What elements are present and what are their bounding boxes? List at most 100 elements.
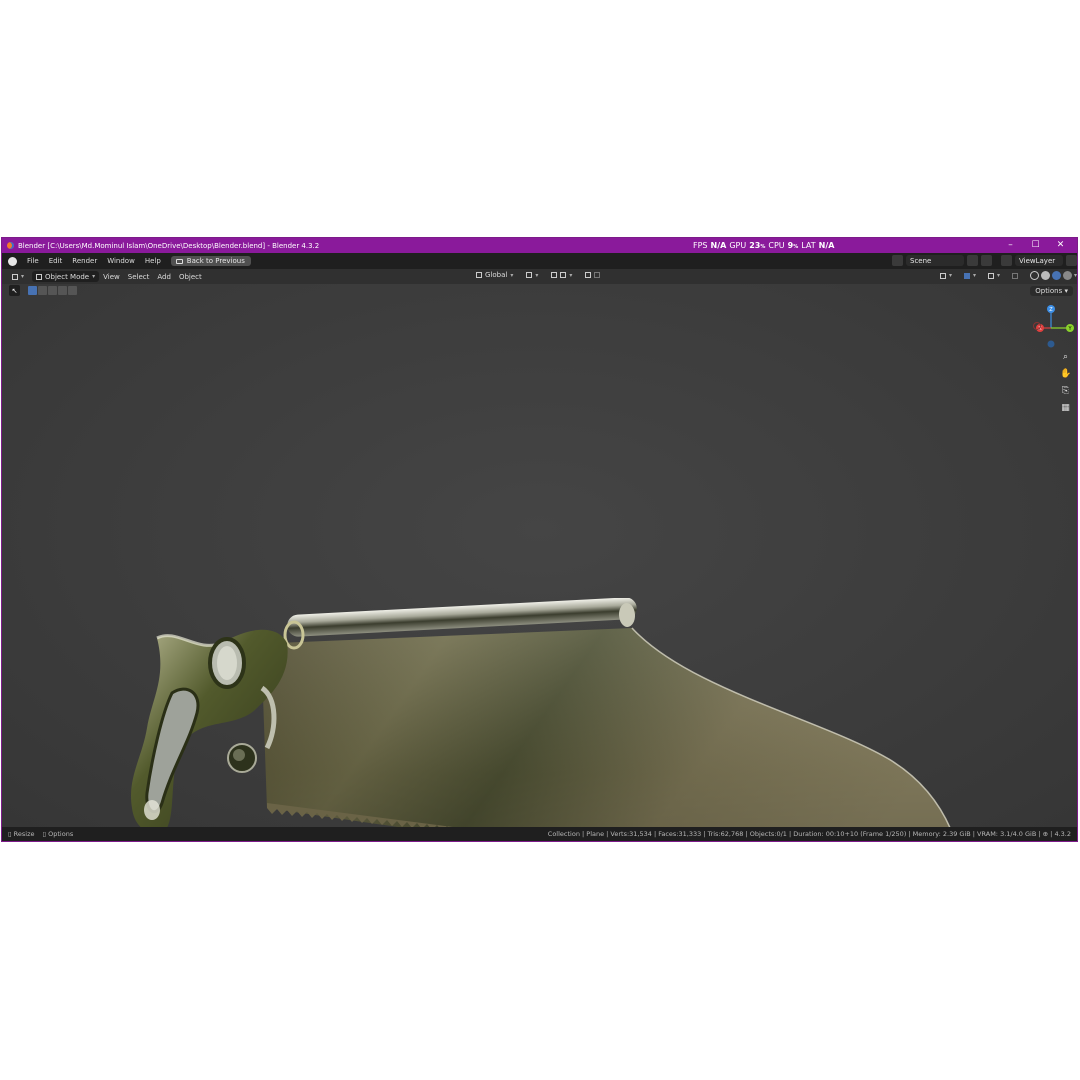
editor-type-dropdown[interactable]: ▾ [8, 273, 28, 280]
back-to-previous-label: Back to Previous [186, 257, 245, 265]
resize-hint: ▯ Resize [8, 830, 34, 838]
scene-name: Scene [910, 256, 932, 265]
tool-settings-row: ↖ [9, 285, 77, 296]
menu-edit[interactable]: Edit [44, 257, 68, 265]
navigation-gizmo[interactable]: Z Y X [1032, 304, 1076, 348]
select-extend-icon[interactable] [38, 286, 47, 295]
solid-shading-icon[interactable] [1041, 271, 1051, 280]
new-view-layer-icon[interactable] [1066, 255, 1077, 266]
fps-value: N/A [710, 241, 727, 250]
view-layer-type-icon[interactable] [1001, 255, 1012, 266]
view-layer-field[interactable]: ViewLayer [1015, 255, 1063, 266]
transform-orientation-label: Global [485, 271, 508, 279]
camera-view-icon[interactable]: ⎘ [1060, 386, 1071, 397]
menu-render[interactable]: Render [67, 257, 102, 265]
overlay-toggle[interactable]: ▾ [984, 272, 1004, 279]
select-subtract-icon[interactable] [48, 286, 57, 295]
viewport-header: ▾ Object Mode ▾ View Select Add Object G… [2, 269, 1077, 284]
menu-file[interactable]: File [22, 257, 44, 265]
menu-window[interactable]: Window [102, 257, 140, 265]
menu-object[interactable]: Object [175, 273, 206, 281]
perspective-grid-icon[interactable]: ▦ [1060, 403, 1071, 414]
menu-help[interactable]: Help [140, 257, 166, 265]
options-dropdown[interactable]: Options ▾ [1030, 286, 1073, 296]
menu-view[interactable]: View [99, 273, 124, 281]
title-bar: Blender [C:\Users\Md.Mominul Islam\OneDr… [2, 238, 1077, 253]
object-mode-dropdown[interactable]: Object Mode ▾ [32, 271, 100, 282]
select-invert-icon[interactable] [58, 286, 67, 295]
navigation-tools: ⌕ ✋ ⎘ ▦ [1060, 352, 1071, 414]
menu-add[interactable]: Add [153, 273, 175, 281]
blender-logo-icon [7, 242, 14, 249]
chevron-down-icon[interactable]: ▾ [1074, 272, 1077, 279]
status-bar: ▯ Resize ▯ Options Collection | Plane | … [2, 827, 1077, 841]
viewport-display-tools: ▾ ▾ ▾ ▾ [936, 271, 1077, 280]
maximize-button[interactable]: ☐ [1023, 238, 1048, 253]
gpu-percent: % [760, 244, 766, 250]
gpu-value: 23 [749, 241, 761, 250]
transform-orientation-dropdown[interactable]: Global ▾ [472, 271, 517, 279]
pivot-point-dropdown[interactable]: ▾ [522, 272, 542, 279]
gizmo-icon [964, 272, 971, 279]
back-to-previous-button[interactable]: Back to Previous [170, 256, 251, 266]
snap-toggle[interactable]: ▾ [547, 272, 576, 279]
select-new-icon[interactable] [28, 286, 37, 295]
chevron-down-icon: ▾ [510, 271, 514, 279]
chevron-down-icon: ▾ [535, 271, 539, 279]
cpu-label: CPU [768, 241, 785, 250]
scene-statistics: Collection | Plane | Verts:31,534 | Face… [548, 827, 1071, 841]
select-tool-icon[interactable]: ↖ [9, 285, 20, 296]
falloff-icon [594, 272, 601, 278]
chevron-down-icon: ▾ [21, 273, 25, 280]
orientation-icon [476, 272, 482, 278]
chevron-down-icon: ▾ [569, 271, 573, 279]
resize-label: Resize [13, 830, 35, 838]
blender-menu-icon[interactable] [8, 256, 17, 266]
fps-label: FPS [693, 241, 708, 250]
saw-model[interactable] [127, 598, 977, 842]
pan-hand-icon[interactable]: ✋ [1060, 369, 1071, 380]
wireframe-shading-icon[interactable] [1030, 271, 1040, 280]
gpu-label: GPU [729, 241, 747, 250]
scene-type-icon[interactable] [892, 255, 903, 266]
menu-bar: File Edit Render Window Help Back to Pre… [2, 253, 1077, 269]
stats-text: Collection | Plane | Verts:31,534 | Face… [547, 830, 1041, 838]
visibility-dropdown[interactable]: ▾ [936, 272, 956, 279]
gizmo-toggle[interactable]: ▾ [960, 272, 980, 279]
transform-tools: Global ▾ ▾ ▾ [472, 271, 604, 279]
zoom-icon[interactable]: ⌕ [1060, 352, 1071, 363]
proportional-icon [585, 272, 592, 278]
editor-type-icon [12, 273, 18, 280]
performance-overlay: FPS N/A GPU 23% CPU 9% LAT N/A [693, 238, 834, 253]
rendered-shading-icon[interactable] [1063, 271, 1073, 280]
snap-target-icon [560, 272, 567, 278]
screen-icon [175, 258, 183, 264]
selection-mode-buttons [28, 286, 77, 295]
view-layer-name: ViewLayer [1019, 256, 1056, 265]
chevron-down-icon: ▾ [973, 272, 977, 279]
scene-selector-group: Scene ViewLayer [892, 255, 1077, 266]
menu-select[interactable]: Select [124, 273, 154, 281]
minimize-button[interactable]: – [998, 238, 1023, 253]
new-scene-icon[interactable] [967, 255, 978, 266]
axis-neg-z-icon[interactable] [1047, 340, 1055, 348]
mouse-icon: ▯ [42, 830, 47, 838]
window-controls: – ☐ ✕ [998, 238, 1073, 253]
delete-scene-icon[interactable] [981, 255, 992, 266]
scene-field[interactable]: Scene [906, 255, 964, 266]
options-label: Options [1035, 287, 1063, 295]
overlay-icon [988, 272, 995, 279]
close-button[interactable]: ✕ [1048, 238, 1073, 253]
xray-toggle[interactable] [1008, 272, 1022, 279]
chevron-down-icon: ▾ [92, 273, 96, 280]
cpu-percent: % [793, 244, 799, 250]
select-intersect-icon[interactable] [68, 286, 77, 295]
globe-icon: ⊕ [1042, 830, 1049, 838]
object-mode-label: Object Mode [45, 272, 90, 281]
shading-modes: ▾ [1026, 271, 1077, 280]
visibility-icon [940, 272, 946, 279]
material-shading-icon[interactable] [1052, 271, 1062, 280]
proportional-edit-toggle[interactable] [581, 272, 604, 278]
chevron-down-icon: ▾ [949, 272, 953, 279]
mouse-icon: ▯ [8, 830, 12, 838]
